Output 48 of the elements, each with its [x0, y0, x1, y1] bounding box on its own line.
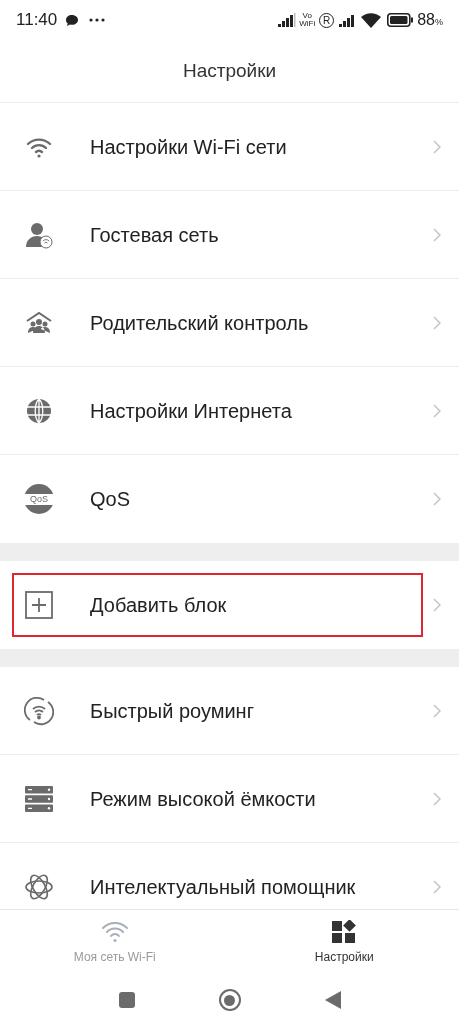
grid-icon [332, 920, 357, 944]
wifi-sync-icon [24, 695, 54, 726]
home-button[interactable] [218, 989, 241, 1011]
settings-item[interactable]: Настройки Интернета [12, 378, 423, 443]
chevron-right-icon [433, 703, 441, 718]
settings-item[interactable]: Режим высокой ёмкости [12, 766, 423, 831]
battery-level: 88% [417, 10, 443, 30]
item-label: Настройки Интернета [90, 398, 292, 424]
item-label: Родительский контроль [90, 310, 309, 336]
clock: 11:40 [16, 9, 58, 32]
item-label: Добавить блок [90, 593, 227, 618]
atom-icon [24, 872, 54, 902]
recents-button[interactable] [118, 992, 135, 1008]
battery-icon [387, 13, 415, 27]
chevron-right-icon [433, 227, 441, 242]
vowifi-label: WiFi [299, 20, 316, 28]
signal-icon [278, 13, 297, 27]
chat-icon [65, 13, 80, 27]
chevron-right-icon [433, 492, 441, 506]
item-label: Гостевая сеть [90, 222, 219, 248]
plus-square-icon [24, 590, 54, 620]
qos-icon: QoS [24, 484, 54, 514]
wifi-icon [361, 12, 382, 28]
chevron-right-icon [433, 791, 441, 806]
chevron-right-icon [433, 598, 441, 612]
more-icon [89, 18, 106, 22]
chevron-right-icon [433, 139, 441, 154]
item-label: Режим высокой ёмкости [90, 786, 316, 812]
wifi-icon [99, 920, 130, 944]
item-label: Настройки Wi-Fi сети [90, 134, 287, 160]
settings-item[interactable]: Гостевая сеть [12, 202, 423, 267]
chevron-right-icon [433, 880, 441, 894]
item-label: Интелектуальный помощник [90, 875, 356, 900]
back-button[interactable] [324, 991, 341, 1009]
settings-item[interactable]: Родительский контроль [12, 290, 423, 355]
chevron-right-icon [433, 403, 441, 418]
nav-tab[interactable]: Настройки [229, 910, 459, 976]
settings-item[interactable]: Добавить блок [12, 573, 423, 637]
item-label: QoS [90, 487, 131, 512]
vowifi-label: Vo [301, 12, 313, 20]
chevron-right-icon [433, 315, 441, 330]
settings-item[interactable]: Интелектуальный помощник [12, 855, 423, 909]
settings-item[interactable]: QoS QoS [12, 467, 423, 531]
settings-item[interactable]: Настройки Wi-Fi сети [12, 114, 423, 179]
settings-item[interactable]: Быстрый роуминг [12, 678, 423, 743]
page-title: Настройки [182, 58, 277, 83]
server-icon [24, 783, 54, 814]
item-label: Быстрый роуминг [90, 698, 254, 724]
